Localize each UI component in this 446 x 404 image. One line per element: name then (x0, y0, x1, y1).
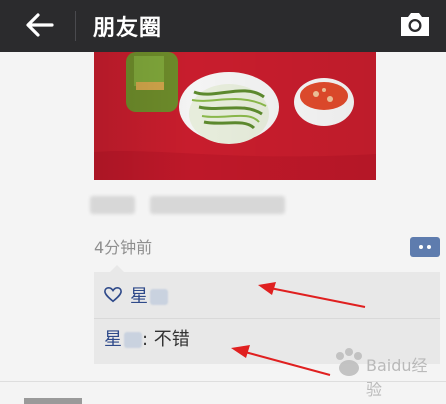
panel-separator (94, 318, 440, 319)
avatar[interactable] (24, 398, 82, 404)
likes-row: 星 (104, 282, 168, 308)
dot-icon (427, 245, 431, 249)
comment-item[interactable]: 星: 不错 (104, 325, 190, 351)
paw-logo (336, 348, 362, 376)
page-title: 朋友圈 (93, 16, 163, 41)
name-mask (150, 289, 168, 305)
comment-text: 不错 (153, 329, 190, 350)
panel-caret (110, 265, 124, 272)
post-divider (0, 381, 446, 382)
dot-icon (419, 245, 423, 249)
blurred-text (150, 196, 285, 214)
name-mask (124, 332, 142, 348)
header-divider (75, 11, 76, 41)
blurred-text (90, 196, 135, 214)
post-photo[interactable] (94, 52, 376, 180)
arrow-left-icon[interactable] (22, 8, 56, 42)
photo-shade (94, 52, 376, 180)
top-bar: 朋友圈 (0, 0, 446, 52)
watermark: Baidu经验 (330, 346, 440, 399)
comment-author[interactable]: 星 (104, 329, 142, 350)
post-timestamp: 4分钟前 (94, 238, 153, 257)
like-user-name[interactable]: 星 (130, 282, 168, 308)
heart-icon (104, 286, 122, 303)
comment-more-button[interactable] (410, 237, 440, 257)
watermark-text: Baidu经验 (366, 356, 428, 399)
comment-separator: : (142, 329, 154, 350)
camera-icon[interactable] (398, 9, 432, 39)
